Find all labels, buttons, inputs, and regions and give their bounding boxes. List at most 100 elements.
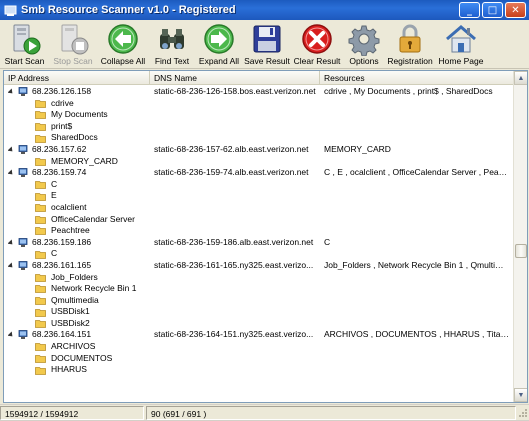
options-gear-icon <box>348 25 380 56</box>
share-row[interactable]: My Documents <box>4 109 514 121</box>
options-button[interactable]: Options <box>343 20 385 69</box>
expand-toggle-icon[interactable] <box>8 89 14 95</box>
share-row[interactable]: Network Recycle Bin 1 <box>4 283 514 295</box>
dns-name-cell: static-68-236-161-165.ny325.east.verizo.… <box>154 259 314 270</box>
computer-icon <box>18 330 28 340</box>
share-row[interactable]: C <box>4 179 514 191</box>
share-cell: print$ <box>35 121 153 133</box>
scroll-down-arrow[interactable]: ▼ <box>514 388 527 402</box>
share-cell: USBDisk2 <box>35 318 153 330</box>
share-row[interactable]: E <box>4 190 514 202</box>
maximize-button[interactable]: □ <box>482 2 503 18</box>
share-name-text: USBDisk2 <box>51 317 90 328</box>
ip-cell: 68.236.126.158 <box>8 86 150 98</box>
home-page-button[interactable]: Home Page <box>435 20 487 69</box>
share-name-text: Qmultimedia <box>51 294 99 305</box>
share-row[interactable]: Job_Folders <box>4 272 514 284</box>
share-row[interactable]: Peachtree <box>4 225 514 237</box>
host-row[interactable]: 68.236.159.74 static-68-236-159-74.alb.ea… <box>4 167 514 179</box>
start-scan-button[interactable]: Start Scan <box>0 20 49 69</box>
share-row[interactable]: C <box>4 248 514 260</box>
share-name-text: USBDisk1 <box>51 306 90 317</box>
share-row[interactable]: print$ <box>4 121 514 133</box>
share-row[interactable]: USBDisk1 <box>4 306 514 318</box>
dns-name-cell: static-68-236-126-158.bos.east.verizon.n… <box>154 86 316 96</box>
share-row[interactable]: Qmultimedia <box>4 295 514 307</box>
ip-cell: 68.236.164.151 <box>8 329 150 341</box>
share-cell: ARCHIVOS <box>35 341 153 353</box>
vertical-scrollbar[interactable]: ▲ ▼ <box>513 71 527 402</box>
scan-results-tree[interactable]: IP Address DNS Name Resources 68.236.126… <box>3 70 528 403</box>
expand-toggle-icon[interactable] <box>8 332 14 338</box>
share-row[interactable]: DOCUMENTOS <box>4 353 514 365</box>
column-dns-name[interactable]: DNS Name <box>150 71 320 85</box>
column-header: IP Address DNS Name Resources <box>4 71 514 85</box>
folder-icon <box>35 319 46 329</box>
folder-icon <box>35 308 46 317</box>
scroll-thumb[interactable] <box>515 244 527 258</box>
expand-toggle-icon[interactable] <box>8 147 14 153</box>
scroll-up-arrow[interactable]: ▲ <box>514 71 527 85</box>
host-row[interactable]: 68.236.159.186 static-68-236-159-186.alb.… <box>4 237 514 249</box>
share-row[interactable]: SharedDocs <box>4 132 514 144</box>
resources-cell: C , E , ocalclient , OfficeCalendar Serv… <box>324 167 510 178</box>
folder-icon <box>35 342 46 352</box>
share-row[interactable]: ocalclient <box>4 202 514 214</box>
dns-name-cell: static-68-236-157-62.alb.east.verizon.ne… <box>154 143 309 154</box>
expand-toggle-icon[interactable] <box>8 240 14 246</box>
share-name-text: OfficeCalendar Server <box>51 213 135 224</box>
expand-toggle-icon[interactable] <box>8 170 14 176</box>
share-name-text: HHARUS <box>51 364 87 375</box>
host-row[interactable]: 68.236.126.158 static-68-236-126-158.bos.… <box>4 86 514 98</box>
host-row[interactable]: 68.236.157.62 static-68-236-157-62.alb.ea… <box>4 144 514 156</box>
clear-result-button[interactable]: Clear Result <box>291 20 343 69</box>
resize-grip-icon[interactable] <box>516 405 528 419</box>
share-name-text: SharedDocs <box>51 132 98 143</box>
title-bar[interactable]: Smb Resource Scanner v1.0 - Registered _… <box>0 0 529 20</box>
share-row[interactable]: HHARUS <box>4 364 514 376</box>
ip-address-text: 68.236.161.165 <box>32 259 92 270</box>
share-name-text: cdrive <box>51 97 74 108</box>
folder-icon <box>35 99 46 108</box>
expand-all-button[interactable]: Expand All <box>195 20 243 69</box>
save-result-button[interactable]: Save Result <box>243 20 291 69</box>
stop-scan-button[interactable]: Stop Scan <box>49 20 97 69</box>
share-cell: cdrive <box>35 98 153 110</box>
share-name-text: E <box>51 190 57 201</box>
host-row[interactable]: 68.236.161.165 static-68-236-161-165.ny32… <box>4 260 514 272</box>
status-count: 90 (691 / 691 ) <box>146 406 516 420</box>
share-row[interactable]: cdrive <box>4 98 514 110</box>
folder-icon <box>35 134 46 143</box>
folder-icon <box>35 354 46 363</box>
folder-icon <box>35 192 46 201</box>
dns-name-cell: static-68-236-159-74.alb.east.verizon.ne… <box>154 167 309 178</box>
column-ip-address[interactable]: IP Address <box>4 71 150 85</box>
minimize-button[interactable]: _ <box>459 2 480 18</box>
share-row[interactable]: USBDisk2 <box>4 318 514 330</box>
column-resources[interactable]: Resources <box>320 71 514 85</box>
computer-icon <box>18 144 28 155</box>
share-row[interactable]: MEMORY_CARD <box>4 156 514 168</box>
share-cell: E <box>35 190 153 202</box>
share-row[interactable]: ARCHIVOS <box>4 341 514 353</box>
resources-cell: ARCHIVOS , DOCUMENTOS , HHARUS , Titanio <box>324 329 510 340</box>
expand-all-icon <box>204 24 234 54</box>
home-page-icon <box>446 25 476 53</box>
folder-icon <box>35 273 46 282</box>
collapse-all-button[interactable]: Collapse All <box>97 20 149 69</box>
resources-cell: C <box>324 236 331 247</box>
registration-button[interactable]: Registration <box>385 20 435 69</box>
share-cell: ocalclient <box>35 202 153 214</box>
host-row[interactable]: 68.236.164.151 static-68-236-164-151.ny32… <box>4 329 514 341</box>
status-progress: 1594912 / 1594912 <box>0 406 144 420</box>
folder-icon <box>35 284 46 294</box>
share-row[interactable]: OfficeCalendar Server <box>4 214 514 226</box>
expand-toggle-icon[interactable] <box>8 263 14 269</box>
close-button[interactable]: ✕ <box>505 2 526 18</box>
tb-label: Save Result <box>244 56 290 66</box>
resources-cell: cdrive , My Documents , print$ , SharedD… <box>324 86 493 96</box>
dns-name-cell: static-68-236-159-186.alb.east.verizon.n… <box>154 236 314 247</box>
folder-icon <box>35 250 46 259</box>
find-text-button[interactable]: Find Text <box>149 20 195 69</box>
share-cell: HHARUS <box>35 364 153 376</box>
